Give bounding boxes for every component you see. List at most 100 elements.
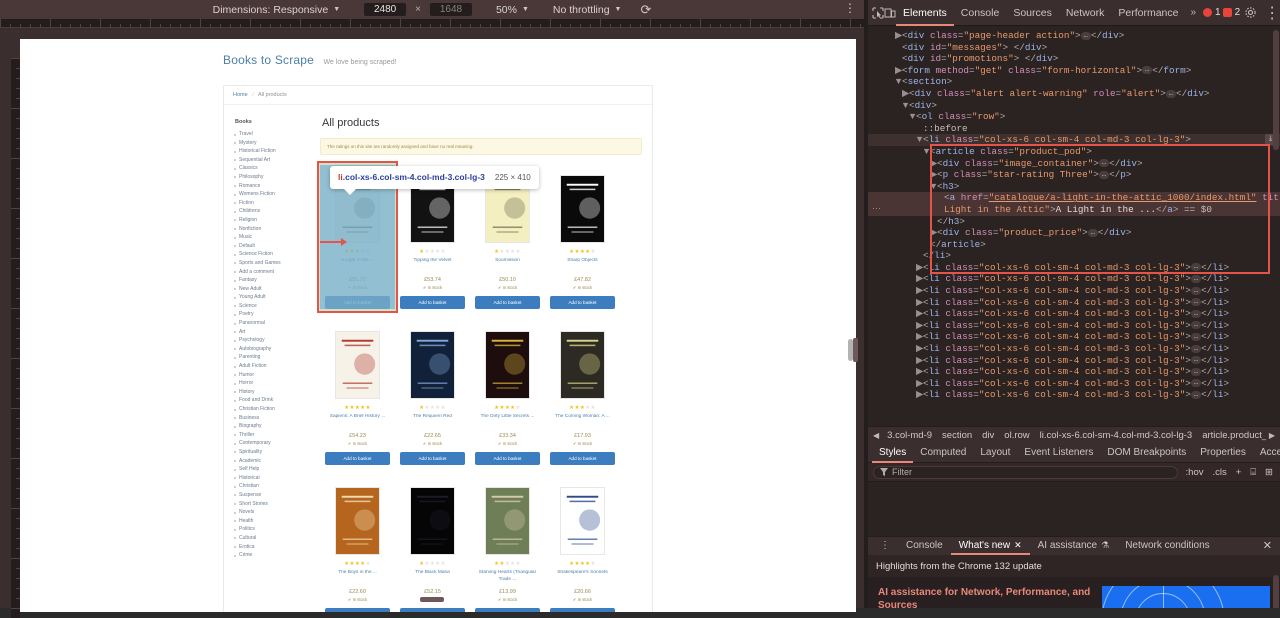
product-thumbnail[interactable] [548,321,617,399]
chevron-down-icon-zoom[interactable]: ▼ [522,6,529,13]
sidebar-item-category[interactable]: Sequential Art [239,156,312,165]
disclosure-triangle-icon[interactable]: ▶ [895,30,902,42]
new-style-rule-button[interactable]: + [1234,467,1244,478]
dom-tree-node[interactable]: ▶<li class="col-xs-6 col-sm-4 col-md-3 c… [868,273,1280,285]
dom-tree-node[interactable]: ▶<div class="page-header action">…</div> [868,30,1280,42]
warning-count-badge[interactable]: 2 [1223,7,1241,18]
product-title-link[interactable]: Tipping the Velvet [398,258,467,271]
toggle-sidebar-button[interactable]: ⊞ [1263,467,1275,478]
devtools-tab-sources[interactable]: Sources [1006,0,1059,26]
product-title-link[interactable]: Sharp Objects [548,258,617,271]
product-title-link[interactable]: Starving Hearts (Triangular Trade ... [473,570,542,583]
styles-sidebar-tab-layout[interactable]: Layout [973,443,1017,463]
close-icon-drawer-tab[interactable]: ✕ [1014,536,1022,555]
disclosure-triangle-icon[interactable]: ▶ [916,378,923,390]
sidebar-item-category[interactable]: Romance [239,182,312,191]
dom-tree-node[interactable]: ▼<section> [868,76,1280,88]
styles-sidebar-tab-computed[interactable]: Computed [913,443,973,463]
product-title-link[interactable]: The Black Maria [398,570,467,583]
sidebar-item-category[interactable]: Historical Fiction [239,147,312,156]
device-toolbar-icon[interactable] [884,3,896,23]
dom-tree-node[interactable]: ▶<li class="col-xs-6 col-sm-4 col-md-3 c… [868,285,1280,297]
devtools-tab-console[interactable]: Console [954,0,1007,26]
dom-tree-node[interactable]: ▶<li class="col-xs-6 col-sm-4 col-md-3 c… [868,320,1280,332]
add-to-basket-button[interactable]: Add to basket [475,608,540,612]
dom-tree-node[interactable]: ▼<article class="product_pod"> [868,146,1280,158]
computed-sidebar-button[interactable]: ⌸ [1248,467,1258,478]
product-title-link[interactable]: A Light in the ... [323,258,392,271]
sidebar-item-category[interactable]: Nonfiction [239,225,312,234]
disclosure-triangle-icon[interactable]: ▶ [916,343,923,355]
sidebar-item-category[interactable]: Paranormal [239,319,312,328]
sidebar-item-category[interactable]: Science Fiction [239,250,312,259]
product-title-link[interactable]: The Dirty Little Secrets ... [473,414,542,427]
dom-tree-node[interactable]: ▼<h3> [868,181,1280,193]
throttling-select[interactable]: No throttling [553,4,610,16]
more-vertical-icon-drawer[interactable]: ⋮ [872,536,898,555]
sidebar-item-category[interactable]: Self Help [239,465,312,474]
sidebar-item-category[interactable]: Thriller [239,431,312,440]
add-to-basket-button[interactable]: Add to basket [400,608,465,612]
dimensions-select[interactable]: Dimensions: Responsive [213,4,329,16]
sidebar-item-category[interactable]: Christian [239,482,312,491]
add-to-basket-button[interactable]: Add to basket [325,296,390,309]
product-thumbnail[interactable] [398,321,467,399]
dom-breadcrumb-item[interactable]: ol.row [999,430,1034,441]
product-thumbnail[interactable] [398,477,467,555]
viewport-width-input[interactable] [364,3,406,16]
add-to-basket-button[interactable]: Add to basket [400,296,465,309]
dom-tree-node[interactable]: ▶<li class="col-xs-6 col-sm-4 col-md-3 c… [868,262,1280,274]
styles-sidebar-tab-event-listeners[interactable]: Event Listeners [1017,443,1100,463]
styles-sidebar-tab-accessibility[interactable]: Accessibility [1253,443,1280,463]
add-to-basket-button[interactable]: Add to basket [325,452,390,465]
product-title-link[interactable]: The Requiem Red [398,414,467,427]
dom-tree-node[interactable]: ▼<li class="col-xs-6 col-sm-4 col-md-3 c… [868,134,1280,146]
drawer-tab-what-s-new[interactable]: What's new✕ [951,536,1030,555]
add-to-basket-button[interactable]: Add to basket [400,452,465,465]
sidebar-item-category[interactable]: Food and Drink [239,396,312,405]
sidebar-item-category[interactable]: Spirituality [239,448,312,457]
disclosure-triangle-icon[interactable]: ▶ [916,262,923,274]
viewport-height-input[interactable] [430,3,472,16]
rotate-icon[interactable]: ⟳ [640,2,651,18]
product-title-link[interactable]: Soumission [473,258,542,271]
product-thumbnail[interactable] [323,477,392,555]
dom-tree-node[interactable]: ▶<li class="col-xs-6 col-sm-4 col-md-3 c… [868,378,1280,390]
dom-tree-node[interactable]: ▶<div class="image_container">…</div> [868,158,1280,170]
dom-tree-node[interactable]: ▶<form method="get" class="form-horizont… [868,65,1280,77]
product-thumbnail[interactable] [473,321,542,399]
product-title-link[interactable]: The Coming Woman: A ... [548,414,617,427]
dom-breadcrumb-item[interactable]: article.product_pod [1197,430,1266,441]
product-pod[interactable]: ★★★★★The Black Maria£52.15✔ In stockAdd … [395,477,470,612]
add-to-basket-button[interactable]: Add to basket [550,608,615,612]
drawer-tab-ai-assistance[interactable]: AI assistance⚗ [1030,536,1118,555]
drawer-tab-console[interactable]: Console [898,536,951,555]
sidebar-item-category[interactable]: Philosophy [239,173,312,182]
devtools-tab-network[interactable]: Network [1059,0,1112,26]
devtools-tab-performance[interactable]: Performance [1111,0,1185,26]
product-pod[interactable]: ★★★★★The Boys in the ...£22.60✔ In stock… [320,477,395,612]
zoom-select[interactable]: 50% [496,4,517,16]
chevron-down-icon[interactable]: ▼ [333,6,340,13]
add-to-basket-button[interactable]: Add to basket [475,452,540,465]
more-vertical-icon[interactable]: ⋮ [844,3,856,13]
sidebar-item-category[interactable]: History [239,388,312,397]
sidebar-item-category[interactable]: Fantasy [239,276,312,285]
sidebar-item-category[interactable]: Religion [239,216,312,225]
dom-tree-node[interactable]: </li> [868,250,1280,262]
disclosure-triangle-icon[interactable]: ▼ [916,134,923,146]
product-thumbnail[interactable] [548,477,617,555]
sidebar-item-category[interactable]: Academic [239,457,312,466]
product-pod[interactable]: ★★★★★The Requiem Red£22.65✔ In stockAdd … [395,321,470,465]
sidebar-item-category[interactable]: Art [239,328,312,337]
dom-breadcrumb-item[interactable]: div [977,430,999,441]
dom-breadcrumb-item[interactable]: li.col-xs-6.col-sm-4.col-md-3.col-lg-3 [1035,430,1198,441]
sidebar-item-category[interactable]: Historical [239,474,312,483]
sidebar-item-category[interactable]: Cultural [239,534,312,543]
site-brand-link[interactable]: Books to Scrape [223,53,314,67]
dom-tree-node[interactable]: ::before [868,123,1280,135]
whats-new-scrollbar[interactable] [1273,575,1279,609]
disclosure-triangle-icon[interactable]: ▼ [895,76,902,88]
breadcrumb-scroll-left-icon[interactable]: ◀ [870,431,882,440]
dom-tree-node[interactable]: ▶<p class="star-rating Three">…</p> [868,169,1280,181]
